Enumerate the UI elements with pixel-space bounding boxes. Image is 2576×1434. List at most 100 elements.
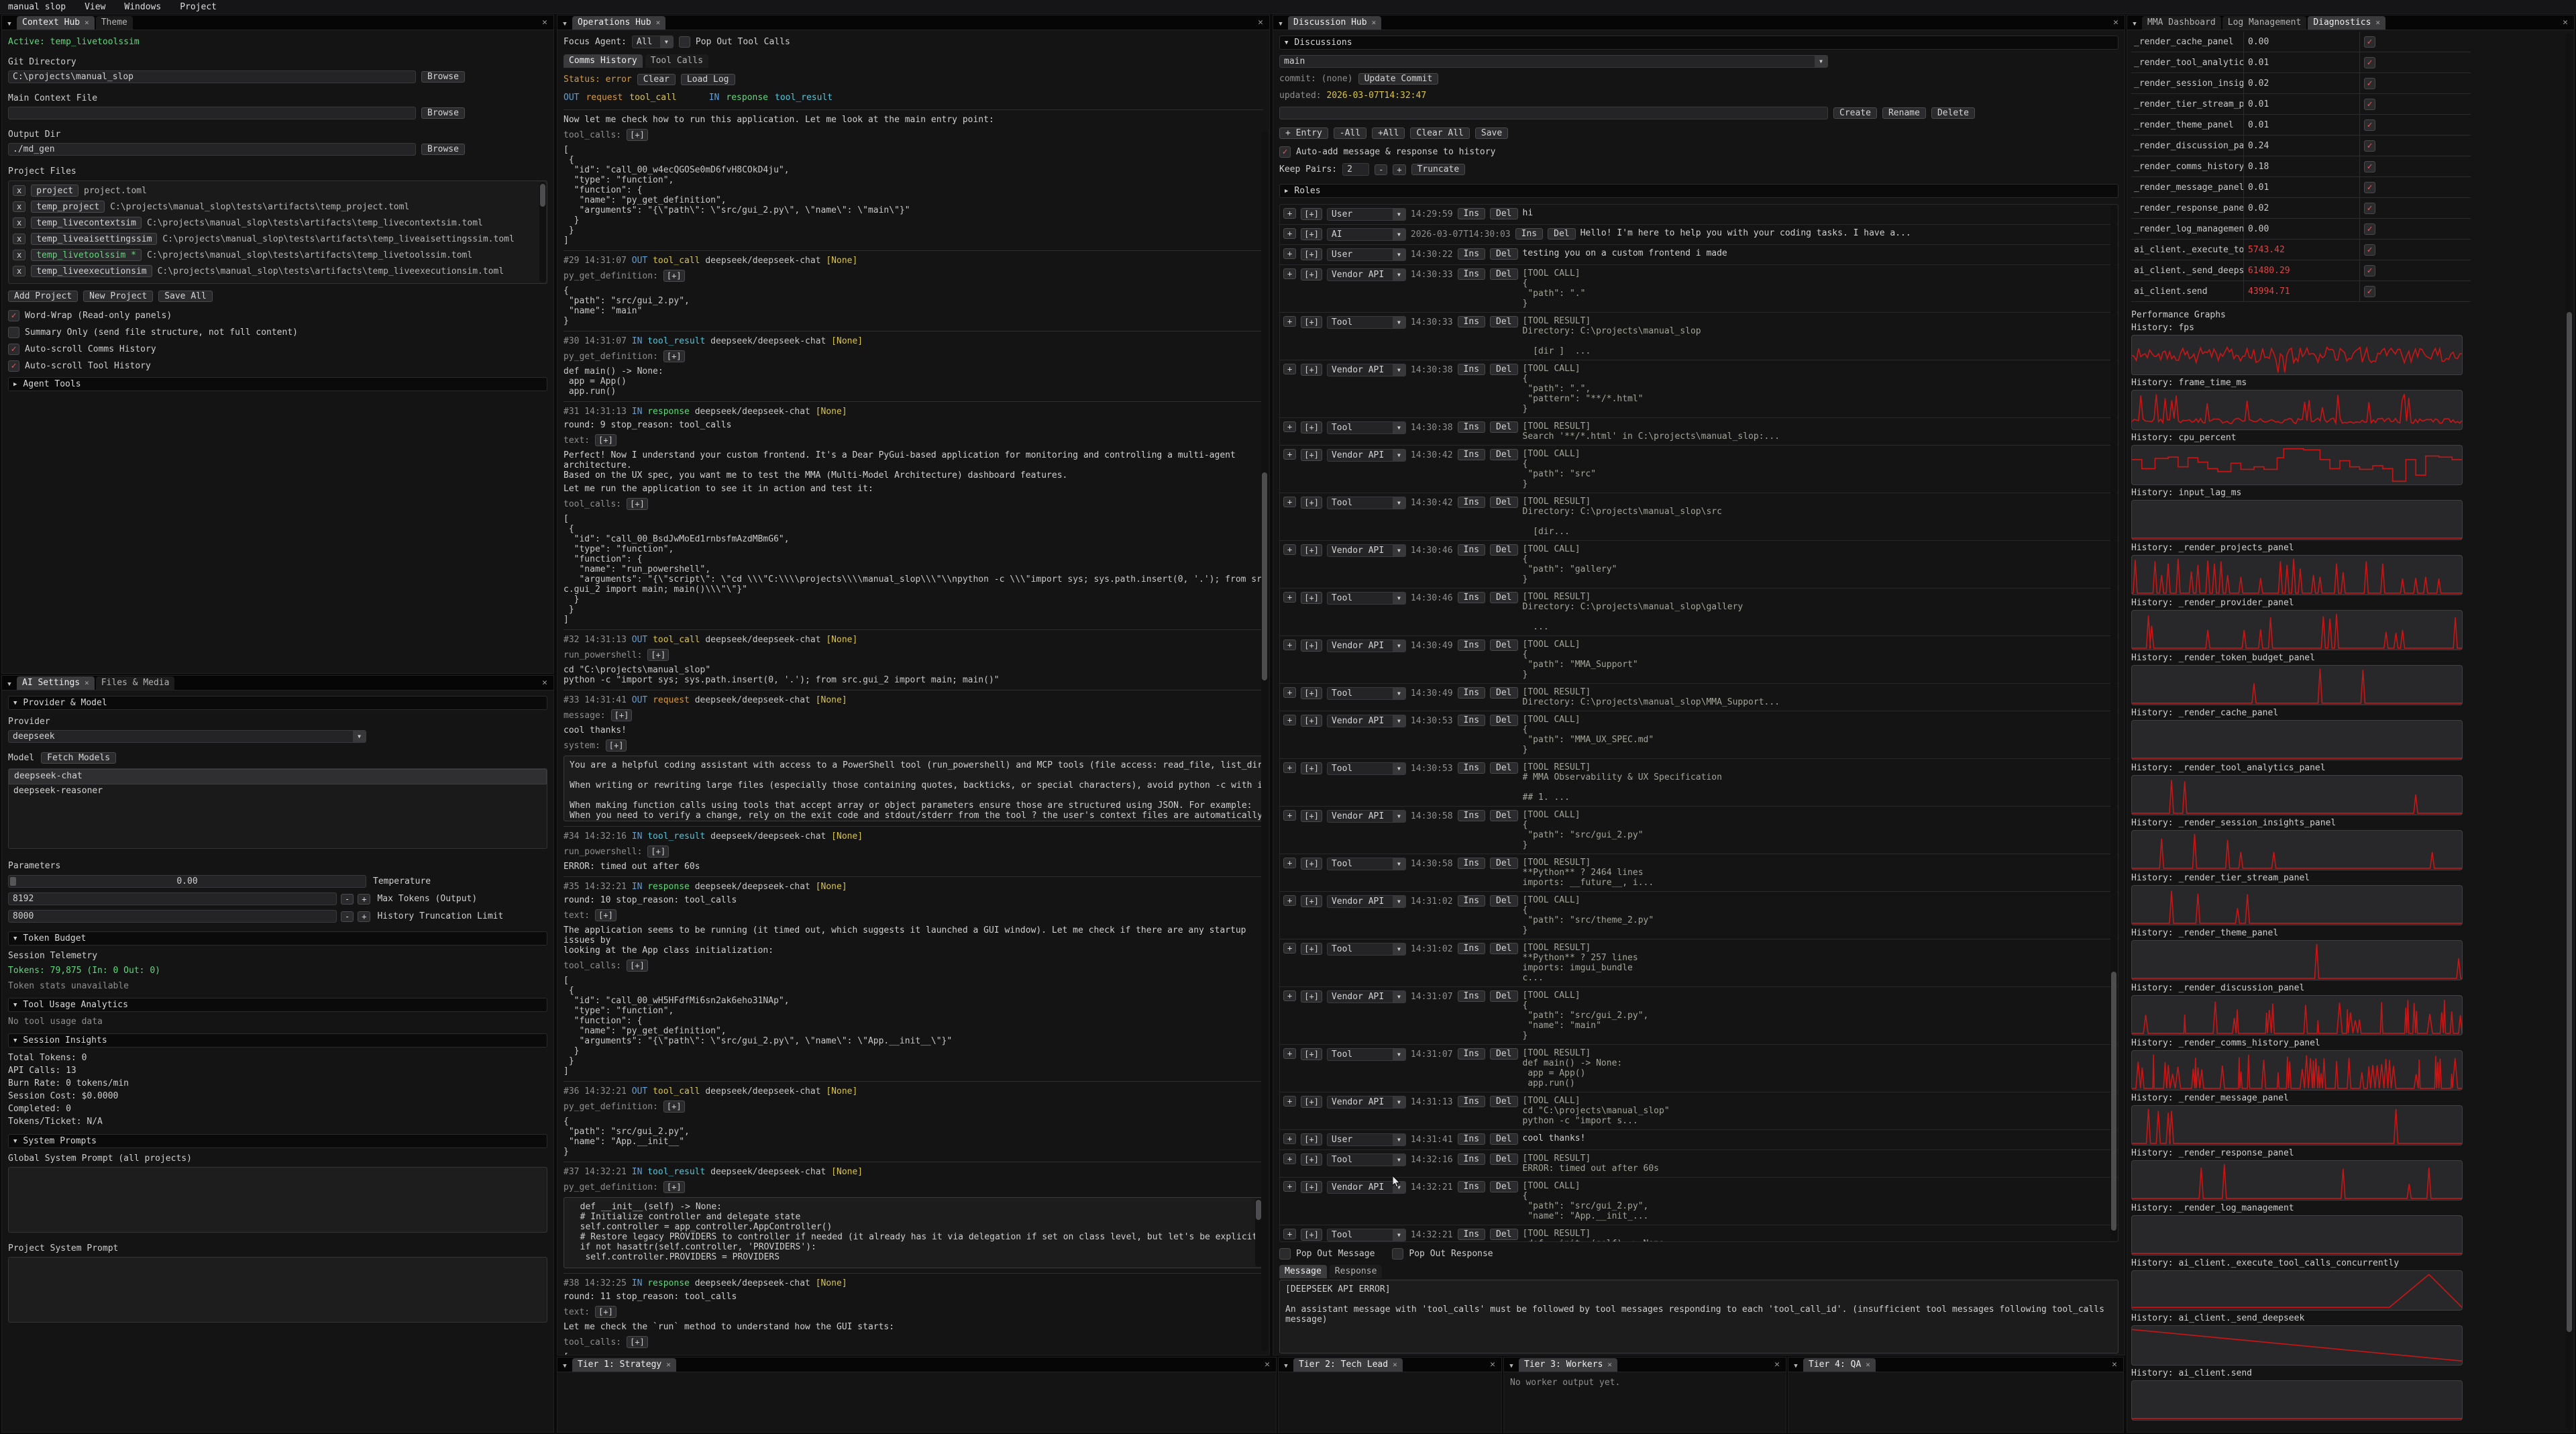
expand-entry-button[interactable]: [+]: [1301, 687, 1322, 699]
clear-button[interactable]: Clear: [637, 74, 676, 85]
browse-button[interactable]: Browse: [421, 107, 465, 119]
close-tab-icon[interactable]: ✕: [1866, 1360, 1870, 1369]
add-project-button[interactable]: Add Project: [8, 291, 78, 302]
tab-operations-hub[interactable]: Operations Hub✕: [572, 16, 665, 30]
expand-entry-button[interactable]: [+]: [1301, 544, 1322, 556]
insert-button[interactable]: Ins: [1458, 1048, 1485, 1060]
close-icon[interactable]: ✕: [1768, 1358, 1786, 1372]
keep-pairs-input[interactable]: 2: [1342, 163, 1369, 176]
diagnostics-scrollbar[interactable]: [2566, 33, 2573, 1430]
role-select[interactable]: Tool▼: [1327, 858, 1406, 870]
expand-entry-button[interactable]: [+]: [1301, 421, 1322, 433]
truncate-button[interactable]: Truncate: [1411, 164, 1466, 175]
delete-entry-button[interactable]: Del: [1490, 1096, 1517, 1107]
collapse-icon[interactable]: ▼: [1504, 1360, 1519, 1372]
collapse-icon[interactable]: ▼: [2127, 18, 2142, 30]
insert-button[interactable]: Ins: [1458, 687, 1485, 699]
system-prompts-header[interactable]: ▼ System Prompts: [8, 1134, 547, 1148]
clear-all-button[interactable]: Clear All: [1410, 127, 1469, 139]
close-icon[interactable]: ✕: [2557, 15, 2574, 30]
add-entry-button[interactable]: +: [1283, 858, 1296, 868]
subtab-comms-history[interactable]: Comms History: [564, 54, 643, 68]
auto-scroll-tool-history-checkbox[interactable]: ✓: [8, 360, 19, 372]
role-select[interactable]: User▼: [1327, 1133, 1406, 1146]
diag-checkbox[interactable]: ✓: [2364, 140, 2375, 152]
tab-tier-1-strategy[interactable]: Tier 1: Strategy✕: [572, 1358, 676, 1372]
remove-file-button[interactable]: x: [13, 217, 25, 228]
discussion-scrollbar[interactable]: [2110, 205, 2117, 1241]
role-select[interactable]: Tool▼: [1327, 1154, 1406, 1166]
close-tab-icon[interactable]: ✕: [85, 678, 89, 687]
add-entry-button[interactable]: +: [1283, 248, 1296, 259]
role-select[interactable]: Tool▼: [1327, 592, 1406, 605]
add-entry-button[interactable]: +: [1283, 1133, 1296, 1144]
expand-button[interactable]: [+]: [627, 960, 648, 972]
insert-button[interactable]: Ins: [1458, 1229, 1485, 1240]
delete-entry-button[interactable]: Del: [1490, 639, 1517, 651]
close-tab-icon[interactable]: ✕: [2375, 18, 2380, 27]
discussion-name-input[interactable]: [1279, 107, 1828, 119]
close-tab-icon[interactable]: ✕: [656, 18, 661, 27]
insert-button[interactable]: Ins: [1458, 895, 1485, 907]
add-entry-button[interactable]: +: [1283, 497, 1296, 507]
delete-entry-button[interactable]: Del: [1490, 421, 1517, 433]
expand-entry-button[interactable]: [+]: [1301, 497, 1322, 509]
delete-entry-button[interactable]: Del: [1490, 990, 1517, 1002]
role-select[interactable]: Vendor API▼: [1327, 639, 1406, 652]
role-select[interactable]: Tool▼: [1327, 497, 1406, 509]
close-tab-icon[interactable]: ✕: [1607, 1360, 1612, 1369]
expand-button[interactable]: [+]: [611, 709, 633, 721]
all-button[interactable]: +All: [1372, 127, 1405, 139]
minus-button[interactable]: -: [341, 894, 354, 905]
expand-button[interactable]: [+]: [595, 1306, 616, 1318]
close-icon[interactable]: ✕: [2106, 1358, 2123, 1372]
collapse-icon[interactable]: ▼: [1279, 1360, 1293, 1372]
provider-model-header[interactable]: ▼ Provider & Model: [8, 696, 547, 710]
role-select[interactable]: Vendor API▼: [1327, 990, 1406, 1003]
entry-button[interactable]: + Entry: [1279, 127, 1328, 139]
history-limit-input[interactable]: 8000: [8, 910, 337, 923]
browse-button[interactable]: Browse: [421, 144, 465, 155]
message-box[interactable]: [DEEPSEEK API ERROR] An assistant messag…: [1279, 1280, 2118, 1353]
insert-button[interactable]: Ins: [1458, 592, 1485, 603]
add-entry-button[interactable]: +: [1283, 1229, 1296, 1239]
slider-grab[interactable]: [10, 877, 16, 886]
close-tab-icon[interactable]: ✕: [85, 18, 89, 27]
diag-checkbox[interactable]: ✓: [2364, 223, 2375, 235]
close-icon[interactable]: ✕: [536, 676, 553, 690]
project-file-row[interactable]: xtemp_livecontextsimC:\projects\manual_s…: [9, 215, 547, 231]
expand-button[interactable]: [+]: [647, 846, 669, 858]
tab-discussion-hub[interactable]: Discussion Hub✕: [1288, 16, 1381, 30]
add-entry-button[interactable]: +: [1283, 228, 1296, 239]
ops-scrollbar-thumb[interactable]: [1262, 472, 1267, 680]
expand-entry-button[interactable]: [+]: [1301, 1133, 1322, 1145]
add-entry-button[interactable]: +: [1283, 316, 1296, 327]
remove-file-button[interactable]: x: [13, 266, 25, 276]
tab-log-management[interactable]: Log Management: [2222, 16, 2307, 30]
role-select[interactable]: Tool▼: [1327, 762, 1406, 775]
input-main-context-file[interactable]: [8, 107, 416, 119]
tab-ai-settings[interactable]: AI Settings✕: [17, 676, 95, 690]
minus-button[interactable]: -: [1375, 164, 1387, 175]
add-entry-button[interactable]: +: [1283, 592, 1296, 603]
expand-entry-button[interactable]: [+]: [1301, 316, 1322, 328]
close-icon[interactable]: ✕: [2107, 15, 2125, 30]
diag-checkbox[interactable]: ✓: [2364, 57, 2375, 68]
project-file-row[interactable]: xtemp_projectC:\projects\manual_slop\tes…: [9, 199, 547, 215]
menu-item-view[interactable]: View: [85, 2, 105, 12]
collapse-icon[interactable]: ▼: [557, 18, 572, 30]
delete-entry-button[interactable]: Del: [1490, 1229, 1517, 1240]
expand-entry-button[interactable]: [+]: [1301, 1181, 1322, 1193]
new-project-button[interactable]: New Project: [83, 291, 153, 302]
role-select[interactable]: Vendor API▼: [1327, 895, 1406, 908]
fetch-models-button[interactable]: Fetch Models: [41, 752, 116, 764]
discussions-header[interactable]: ▼ Discussions: [1279, 36, 2118, 50]
collapse-icon[interactable]: ▼: [2, 678, 17, 690]
diag-checkbox[interactable]: ✓: [2364, 99, 2375, 110]
diag-checkbox[interactable]: ✓: [2364, 161, 2375, 172]
tab-diagnostics[interactable]: Diagnostics✕: [2308, 16, 2385, 30]
close-icon[interactable]: ✕: [1252, 15, 1269, 30]
expand-button[interactable]: [+]: [663, 270, 685, 282]
expand-entry-button[interactable]: [+]: [1301, 449, 1322, 461]
expand-button[interactable]: [+]: [663, 1181, 685, 1193]
